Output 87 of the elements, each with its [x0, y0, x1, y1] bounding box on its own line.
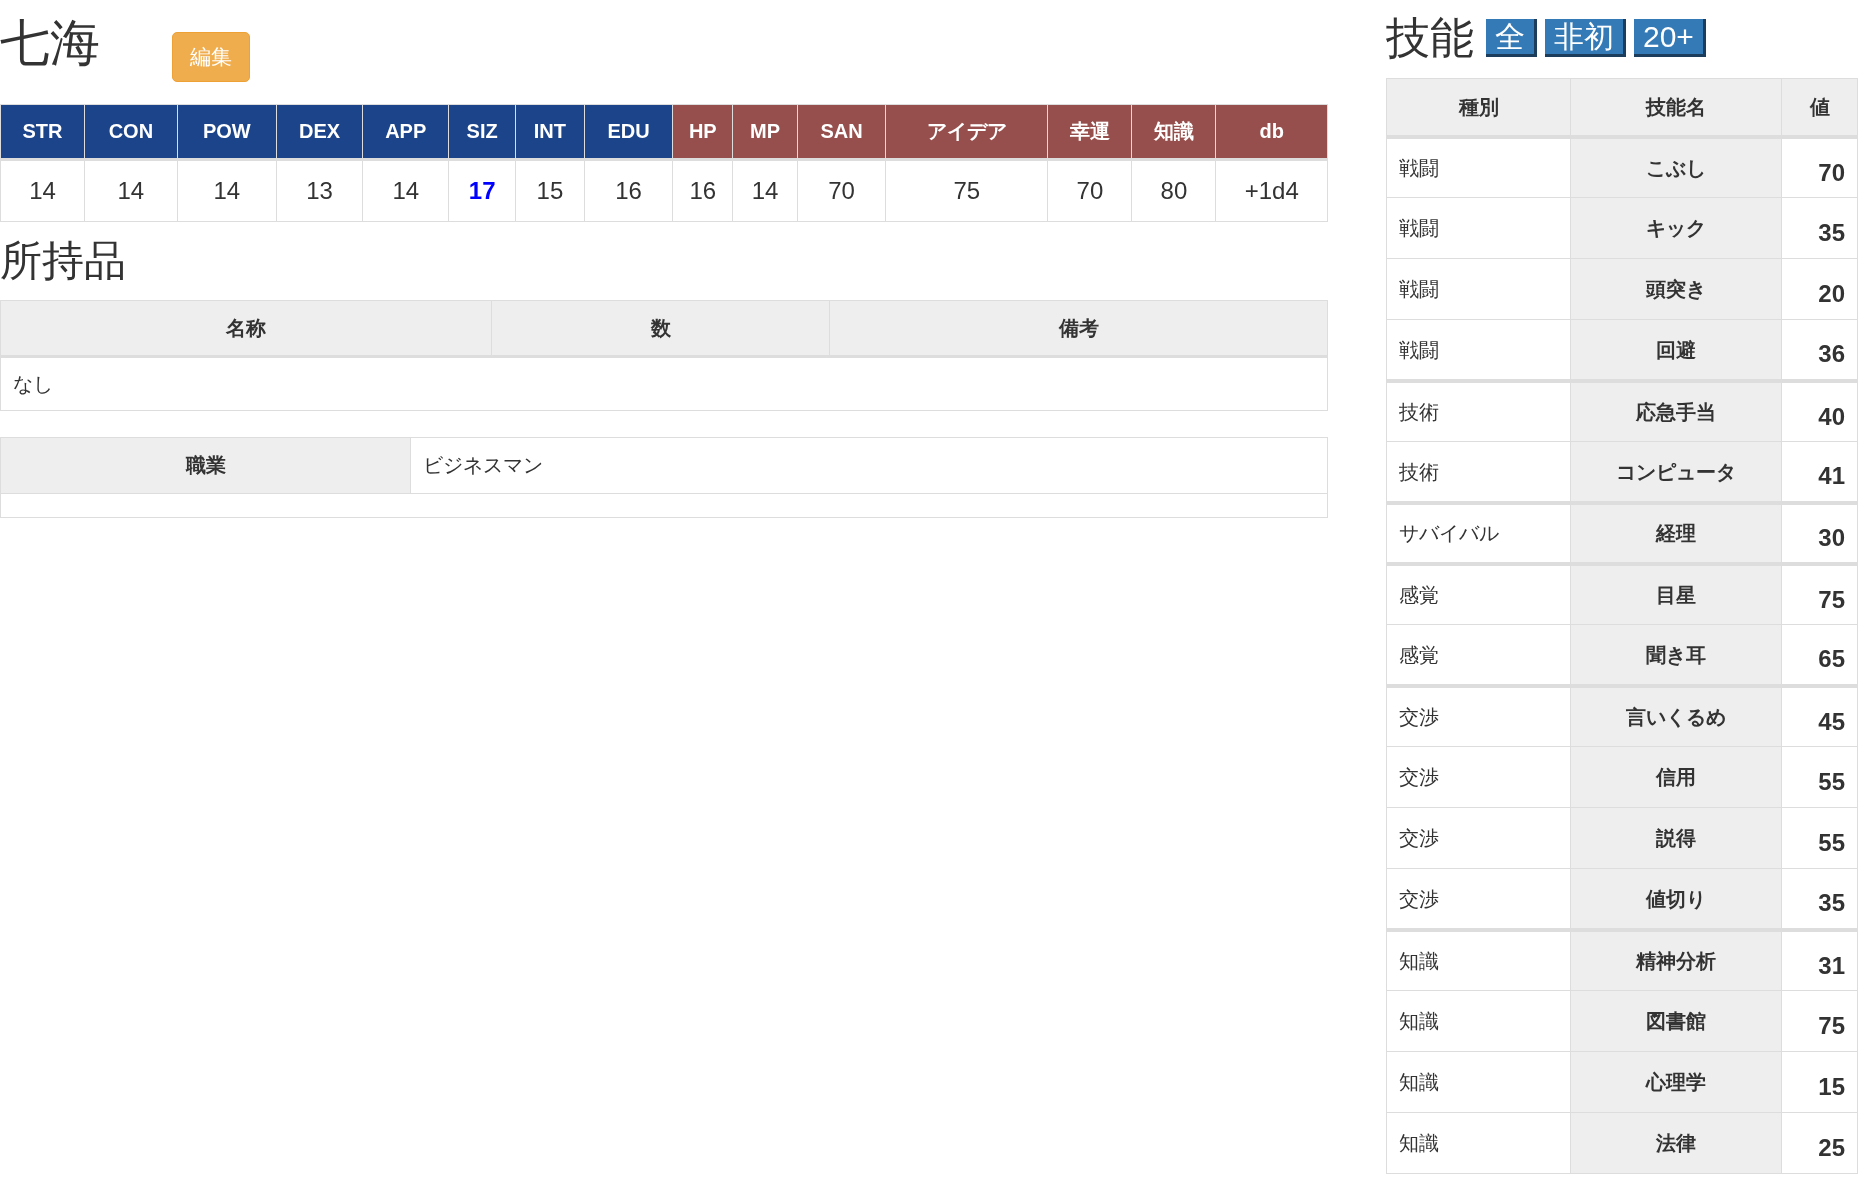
filter-button[interactable]: 20+: [1634, 19, 1706, 58]
stat-value: 75: [885, 159, 1048, 221]
table-cell: 回避: [1570, 319, 1782, 381]
table-cell: 31: [1781, 929, 1858, 991]
table-cell: こぶし: [1570, 136, 1782, 198]
column-header: SIZ: [448, 104, 516, 159]
column-header: db: [1215, 104, 1328, 159]
stat-value: 14: [177, 159, 277, 221]
table-cell: 信用: [1570, 746, 1782, 808]
column-header: アイデア: [885, 104, 1048, 159]
table-cell: 交渉: [1386, 746, 1571, 808]
column-header: EDU: [584, 104, 673, 159]
column-header: CON: [84, 104, 178, 159]
table-cell: 交渉: [1386, 807, 1571, 869]
table-cell: 20: [1781, 258, 1858, 320]
column-header: 値: [1781, 78, 1858, 137]
field-label: 職業: [0, 437, 411, 494]
table-cell: 法律: [1570, 1112, 1782, 1174]
column-header: MP: [732, 104, 798, 159]
table-cell: 図書館: [1570, 990, 1782, 1052]
stat-value: 14: [0, 159, 85, 221]
table-cell: 知識: [1386, 1112, 1571, 1174]
table-cell: コンピュータ: [1570, 441, 1782, 503]
table-cell: 戦闘: [1386, 197, 1571, 259]
stat-value: 70: [1047, 159, 1132, 221]
table-cell: 目星: [1570, 563, 1782, 625]
table-cell: 聞き耳: [1570, 624, 1782, 686]
column-header: HP: [672, 104, 733, 159]
table-cell: 55: [1781, 746, 1858, 808]
column-header: DEX: [276, 104, 363, 159]
table-cell: 値切り: [1570, 868, 1782, 930]
table-cell: 75: [1781, 990, 1858, 1052]
column-header: INT: [515, 104, 585, 159]
section-title: 技能: [1386, 14, 1474, 63]
column-header: 技能名: [1570, 78, 1782, 137]
column-header: 名称: [0, 300, 492, 357]
stat-value: 70: [797, 159, 886, 221]
column-header: 備考: [829, 300, 1328, 357]
character-name: 七海: [0, 16, 100, 71]
column-header: APP: [362, 104, 449, 159]
table-cell: 応急手当: [1570, 380, 1782, 442]
column-header: 種別: [1386, 78, 1571, 137]
table-cell: 経理: [1570, 502, 1782, 564]
table-cell: 15: [1781, 1051, 1858, 1113]
field-value: ビジネスマン: [410, 437, 1328, 494]
table-cell: 75: [1781, 563, 1858, 625]
table-cell: 30: [1781, 502, 1858, 564]
stat-value: 16: [672, 159, 733, 221]
table-cell: 技術: [1386, 441, 1571, 503]
table-cell: 知識: [1386, 990, 1571, 1052]
stat-value: 13: [276, 159, 363, 221]
table-cell: 45: [1781, 685, 1858, 747]
empty-text: なし: [0, 356, 1328, 411]
table-cell: 55: [1781, 807, 1858, 869]
table-cell: キック: [1570, 197, 1782, 259]
filter-button[interactable]: 非初: [1545, 19, 1626, 58]
section-title: 所持品: [0, 237, 127, 284]
table-cell: 40: [1781, 380, 1858, 442]
table-cell: 精神分析: [1570, 929, 1782, 991]
column-header: 知識: [1131, 104, 1216, 159]
column-header: STR: [0, 104, 85, 159]
stat-value: 14: [732, 159, 798, 221]
table-cell: 説得: [1570, 807, 1782, 869]
column-header: POW: [177, 104, 277, 159]
table-cell: 35: [1781, 197, 1858, 259]
table-cell: 言いくるめ: [1570, 685, 1782, 747]
stat-value: 15: [515, 159, 585, 221]
table-cell: 交渉: [1386, 868, 1571, 930]
table-cell: 頭突き: [1570, 258, 1782, 320]
table-cell: 戦闘: [1386, 319, 1571, 381]
table-cell: 感覚: [1386, 624, 1571, 686]
table-cell: 心理学: [1570, 1051, 1782, 1113]
column-header: 幸運: [1047, 104, 1132, 159]
stat-value: 16: [584, 159, 673, 221]
stat-value: +1d4: [1215, 159, 1328, 221]
table-cell: 戦闘: [1386, 136, 1571, 198]
column-header: SAN: [797, 104, 886, 159]
table-cell: 25: [1781, 1112, 1858, 1174]
stat-value: 14: [84, 159, 178, 221]
column-header: 数: [491, 300, 830, 357]
stat-value: 80: [1131, 159, 1216, 221]
stat-value: 14: [362, 159, 449, 221]
table-cell: 知識: [1386, 1051, 1571, 1113]
table-cell: 70: [1781, 136, 1858, 198]
filter-button[interactable]: 全: [1486, 19, 1537, 58]
stat-value: 17: [448, 159, 516, 221]
table-cell: 戦闘: [1386, 258, 1571, 320]
